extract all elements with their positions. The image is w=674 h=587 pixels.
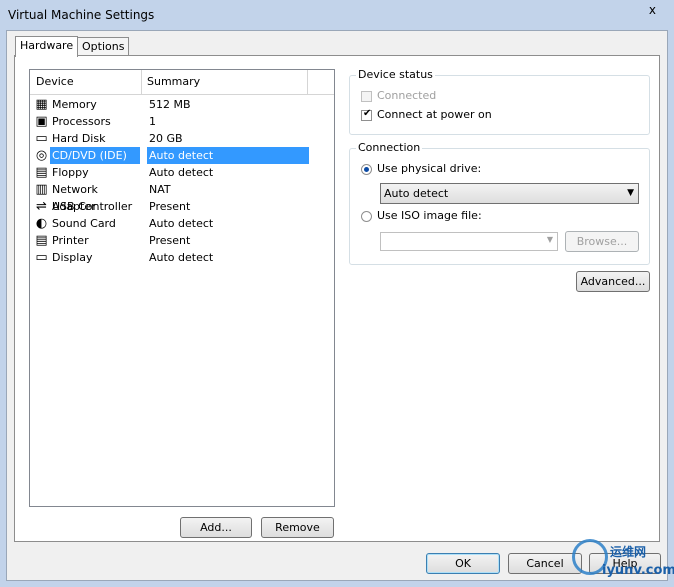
device-status-group: Device status Connected ✔ Connect at pow… xyxy=(349,68,650,135)
device-row-cd-dvd-ide[interactable]: ◎ CD/DVD (IDE) Auto detect xyxy=(32,147,334,164)
display-icon: ▭ xyxy=(35,250,48,265)
ok-button[interactable]: OK xyxy=(426,553,500,574)
use-iso-image-label: Use ISO image file: xyxy=(377,209,482,222)
device-summary: Auto detect xyxy=(147,147,309,164)
cd-dvd-icon: ◎ xyxy=(35,148,48,163)
connect-at-power-on-label: Connect at power on xyxy=(377,108,492,121)
device-list[interactable]: Device Summary ▦ Memory 512 MB ▣ Processors 1… xyxy=(29,69,335,507)
device-summary: 512 MB xyxy=(149,98,191,111)
device-list-header: Device Summary xyxy=(30,70,334,95)
device-row-printer[interactable]: ▤ Printer Present xyxy=(32,232,334,249)
device-summary: Auto detect xyxy=(149,251,214,264)
watermark-line-2: iyunv.com xyxy=(602,563,674,578)
device-row-network-adapter[interactable]: ▥ Network Adapter NAT xyxy=(32,181,334,213)
radio-selected-dot xyxy=(364,167,369,172)
device-row-processors[interactable]: ▣ Processors 1 xyxy=(32,113,334,130)
device-summary: Present xyxy=(149,234,191,247)
floppy-icon: ▤ xyxy=(35,165,48,180)
device-name: Network Adapter xyxy=(52,183,98,213)
connection-title: Connection xyxy=(356,141,423,154)
network-adapter-icon: ▥ xyxy=(35,182,48,197)
tab-options-label: Options xyxy=(82,40,125,53)
device-row-floppy[interactable]: ▤ Floppy Auto detect xyxy=(32,164,334,181)
tab-options[interactable]: Options xyxy=(77,37,130,56)
check-icon: ✔ xyxy=(363,108,372,119)
device-summary: NAT xyxy=(149,183,171,196)
device-name: Hard Disk (SCSI) xyxy=(52,132,106,162)
device-summary: Auto detect xyxy=(149,217,214,230)
column-divider[interactable] xyxy=(141,70,142,94)
vm-settings-window: Virtual Machine Settings x Hardware Opti… xyxy=(0,0,674,587)
device-summary: Present xyxy=(149,200,191,213)
use-physical-drive-radio[interactable] xyxy=(361,164,372,175)
connect-at-power-on-checkbox[interactable]: ✔ xyxy=(361,108,372,121)
device-row-sound-card[interactable]: ◐ Sound Card Auto detect xyxy=(32,215,334,232)
device-row-display[interactable]: ▭ Display Auto detect xyxy=(32,249,334,266)
dialog-client-area: Hardware Options Device Summary ▦ Memory 5… xyxy=(6,30,668,581)
advanced-button[interactable]: Advanced... xyxy=(576,271,650,292)
use-physical-drive-label: Use physical drive: xyxy=(377,162,482,175)
processor-icon: ▣ xyxy=(35,114,48,129)
window-title: Virtual Machine Settings xyxy=(8,8,155,22)
connection-group: Connection Use physical drive: Auto dete… xyxy=(349,141,650,265)
device-summary: 20 GB xyxy=(149,132,183,145)
column-header-summary[interactable]: Summary xyxy=(147,70,200,94)
add-button[interactable]: Add... xyxy=(180,517,252,538)
device-name: Memory xyxy=(52,98,97,111)
hardware-tab-panel: Device Summary ▦ Memory 512 MB ▣ Processors 1… xyxy=(14,55,660,542)
title-bar[interactable]: Virtual Machine Settings x xyxy=(0,0,674,30)
device-name: Processors xyxy=(52,115,111,128)
device-name: Floppy xyxy=(52,166,89,179)
physical-drive-value: Auto detect xyxy=(384,187,449,200)
usb-icon: ⇌ xyxy=(36,199,47,214)
connected-label: Connected xyxy=(377,89,437,102)
device-name: USB Controller xyxy=(52,200,133,213)
cancel-button[interactable]: Cancel xyxy=(508,553,582,574)
close-icon[interactable]: x xyxy=(649,3,656,17)
remove-button[interactable]: Remove xyxy=(261,517,334,538)
dropdown-arrow-icon: ▼ xyxy=(627,188,634,198)
watermark-line-1: 运维网 xyxy=(610,545,647,559)
physical-drive-select[interactable]: Auto detect ▼ xyxy=(380,183,639,204)
device-row-hard-disk-scsi[interactable]: ▭ Hard Disk (SCSI) 20 GB xyxy=(32,130,334,162)
device-name: Display xyxy=(52,251,93,264)
device-name: Sound Card xyxy=(52,217,116,230)
device-row-usb-controller[interactable]: ⇌ USB Controller Present xyxy=(32,198,334,215)
iso-image-path-combo[interactable]: ▼ xyxy=(380,232,558,251)
device-row-memory[interactable]: ▦ Memory 512 MB xyxy=(32,96,334,113)
sound-card-icon: ◐ xyxy=(35,216,48,231)
connected-checkbox[interactable] xyxy=(361,91,372,102)
device-summary: 1 xyxy=(149,115,156,128)
column-divider[interactable] xyxy=(307,70,308,94)
browse-button[interactable]: Browse... xyxy=(565,231,639,252)
tab-hardware[interactable]: Hardware xyxy=(15,36,79,57)
column-header-device[interactable]: Device xyxy=(36,70,74,94)
dropdown-arrow-icon: ▼ xyxy=(546,235,553,244)
memory-icon: ▦ xyxy=(35,97,48,112)
printer-icon: ▤ xyxy=(35,233,48,248)
device-name: Printer xyxy=(52,234,89,247)
device-status-title: Device status xyxy=(356,68,435,81)
site-watermark: 运维网 iyunv.com xyxy=(572,537,674,585)
hard-disk-icon: ▭ xyxy=(35,131,48,146)
device-name: CD/DVD (IDE) xyxy=(50,147,140,164)
use-iso-image-radio[interactable] xyxy=(361,211,372,222)
device-summary: Auto detect xyxy=(149,166,214,179)
tab-hardware-label: Hardware xyxy=(20,39,74,52)
